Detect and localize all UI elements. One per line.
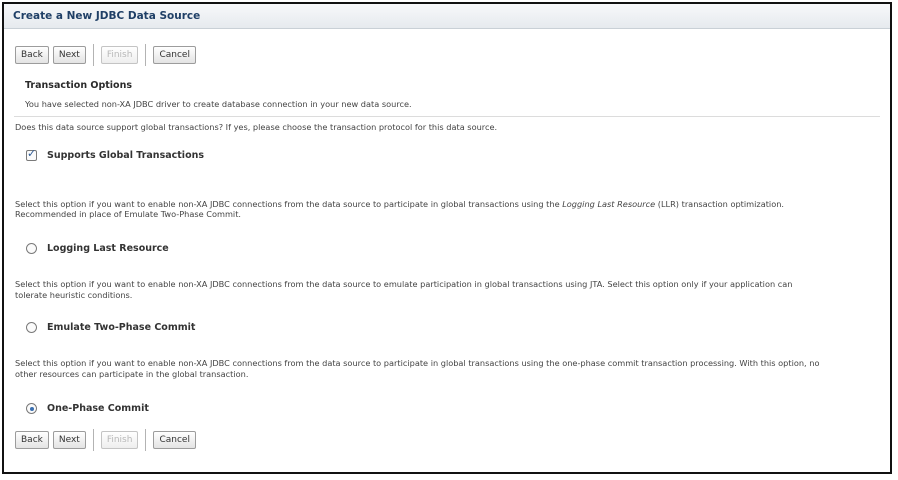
checkmark-icon: ✓	[27, 147, 37, 160]
supports-global-transactions-label: Supports Global Transactions	[47, 150, 205, 161]
top-button-bar: Back Next Finish Cancel	[15, 44, 196, 66]
one-phase-commit-option[interactable]: One-Phase Commit	[26, 403, 149, 414]
section-title: Transaction Options	[25, 80, 133, 91]
cancel-button[interactable]: Cancel	[153, 46, 196, 64]
divider	[14, 116, 880, 117]
button-separator	[92, 429, 94, 451]
back-button[interactable]: Back	[15, 431, 49, 449]
emulate-two-phase-commit-label: Emulate Two-Phase Commit	[47, 322, 196, 333]
button-separator	[145, 44, 147, 66]
bottom-button-bar: Back Next Finish Cancel	[15, 429, 196, 451]
emulate-two-phase-description: Select this option if you want to enable…	[15, 279, 793, 289]
next-button[interactable]: Next	[52, 431, 86, 449]
supports-global-transactions-option[interactable]: ✓ Supports Global Transactions	[26, 147, 205, 161]
finish-button[interactable]: Finish	[100, 431, 139, 449]
back-button[interactable]: Back	[15, 46, 49, 64]
llr-description-italic: Logging Last Resource	[562, 199, 656, 209]
one-phase-description-line2: other resources can participate in the g…	[15, 369, 249, 379]
llr-description-line2: Recommended in place of Emulate Two-Phas…	[15, 209, 242, 219]
radio-selected-dot-icon	[29, 406, 34, 411]
jdbc-wizard-window: Create a New JDBC Data Source Back Next …	[2, 2, 892, 474]
llr-description-text-end: (LLR) transaction optimization.	[655, 199, 785, 209]
button-separator	[145, 429, 147, 451]
logging-last-resource-label: Logging Last Resource	[47, 243, 169, 254]
section-info-text: You have selected non-XA JDBC driver to …	[25, 99, 412, 109]
emulate-two-phase-description-line2: tolerate heuristic conditions.	[15, 290, 133, 300]
next-button[interactable]: Next	[52, 46, 86, 64]
one-phase-description: Select this option if you want to enable…	[15, 358, 820, 368]
supports-global-transactions-checkbox[interactable]: ✓	[26, 147, 37, 161]
one-phase-commit-label: One-Phase Commit	[47, 403, 149, 414]
llr-description-text: Select this option if you want to enable…	[15, 199, 563, 209]
logging-last-resource-option[interactable]: Logging Last Resource	[26, 243, 169, 254]
global-question-text: Does this data source support global tra…	[15, 122, 498, 132]
one-phase-commit-radio[interactable]	[26, 403, 37, 414]
button-separator	[92, 44, 94, 66]
finish-button[interactable]: Finish	[100, 46, 139, 64]
emulate-two-phase-commit-radio[interactable]	[26, 322, 37, 333]
window-titlebar: Create a New JDBC Data Source	[4, 4, 890, 29]
logging-last-resource-radio[interactable]	[26, 243, 37, 254]
cancel-button[interactable]: Cancel	[153, 431, 196, 449]
emulate-two-phase-commit-option[interactable]: Emulate Two-Phase Commit	[26, 322, 195, 333]
window-title: Create a New JDBC Data Source	[13, 10, 201, 22]
